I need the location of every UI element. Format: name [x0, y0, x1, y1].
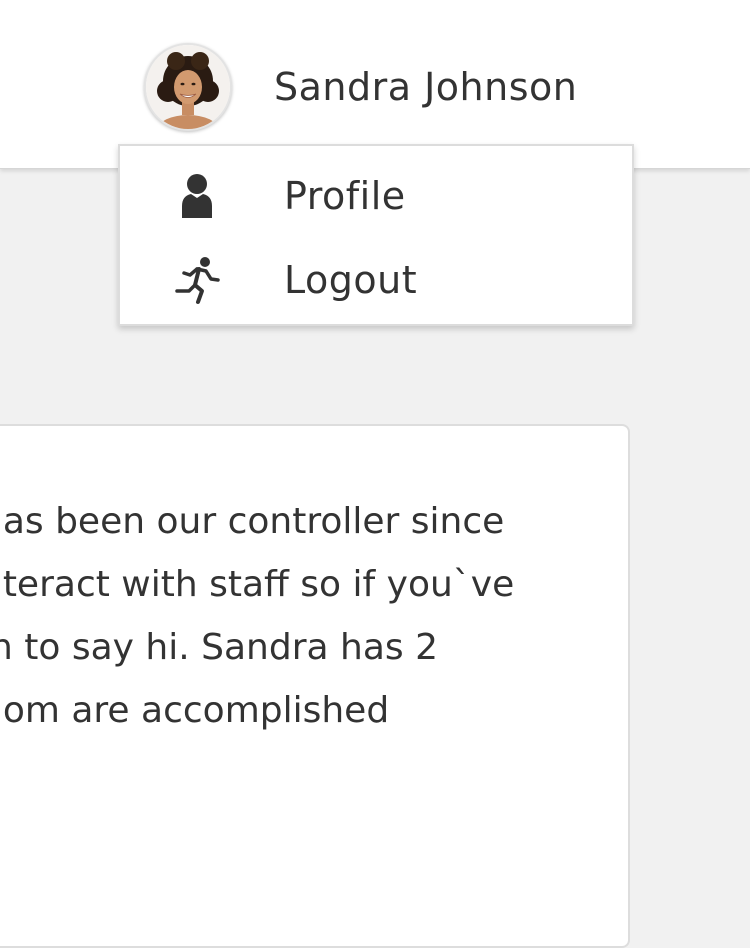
logout-label: Logout [284, 258, 418, 302]
logout-menu-item[interactable]: Logout [120, 240, 632, 320]
profile-label: Profile [284, 174, 406, 218]
user-dropdown-menu: Profile Logout [118, 144, 634, 326]
user-name[interactable]: Sandra Johnson [274, 65, 577, 109]
card-text-line: hom are accomplished [0, 690, 390, 731]
avatar-photo [146, 45, 230, 129]
avatar[interactable] [144, 43, 232, 131]
running-person-icon [170, 253, 224, 307]
profile-menu-item[interactable]: Profile [120, 156, 632, 236]
card-body-text: has been our controller since nteract wi… [0, 490, 540, 742]
card-text-line: has been our controller since [0, 501, 505, 542]
card-text-line: in to say hi. Sandra has 2 [0, 627, 438, 668]
person-icon [170, 169, 224, 223]
user-menu-toggle[interactable]: Sandra Johnson [144, 42, 577, 132]
card-text-line: nteract with staff so if you`ve [0, 564, 515, 605]
